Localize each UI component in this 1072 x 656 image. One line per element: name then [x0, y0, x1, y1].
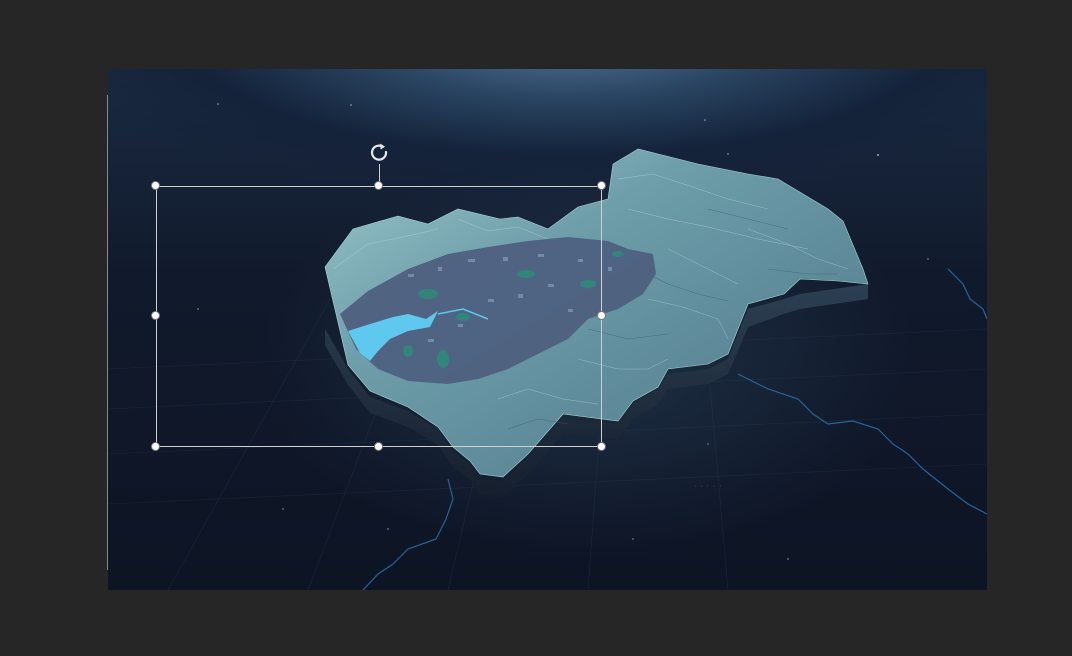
resize-handle-top-right[interactable]: [597, 181, 606, 190]
resize-handle-bottom-left[interactable]: [151, 442, 160, 451]
resize-handle-top-middle[interactable]: [374, 181, 383, 190]
resize-handle-bottom-right[interactable]: [597, 442, 606, 451]
selection-box[interactable]: [156, 186, 602, 447]
map-watermark: · · · · ·: [694, 483, 723, 490]
resize-handle-middle-left[interactable]: [151, 311, 160, 320]
resize-handle-middle-right[interactable]: [597, 311, 606, 320]
resize-handle-bottom-middle[interactable]: [374, 442, 383, 451]
rotate-icon[interactable]: [368, 141, 392, 165]
resize-handle-top-left[interactable]: [151, 181, 160, 190]
